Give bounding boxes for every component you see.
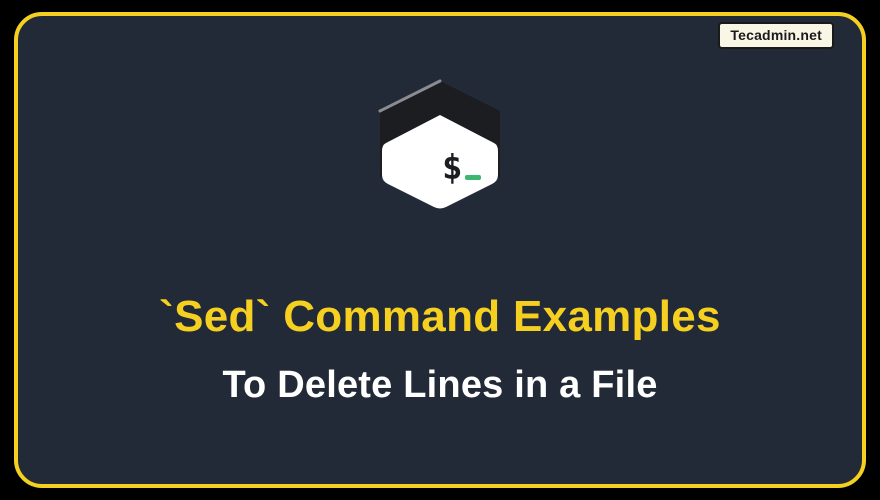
cursor-icon [465, 175, 481, 180]
terminal-cube-icon: $ [370, 79, 510, 219]
watermark-badge: Tecadmin.net [718, 22, 834, 49]
watermark-text: Tecadmin.net [730, 27, 822, 43]
main-title: `Sed` Command Examples [18, 292, 862, 342]
subtitle: To Delete Lines in a File [18, 364, 862, 407]
prompt-char: $ [442, 148, 462, 188]
card-frame: Tecadmin.net $ `Sed` Command Examples To… [14, 12, 866, 488]
